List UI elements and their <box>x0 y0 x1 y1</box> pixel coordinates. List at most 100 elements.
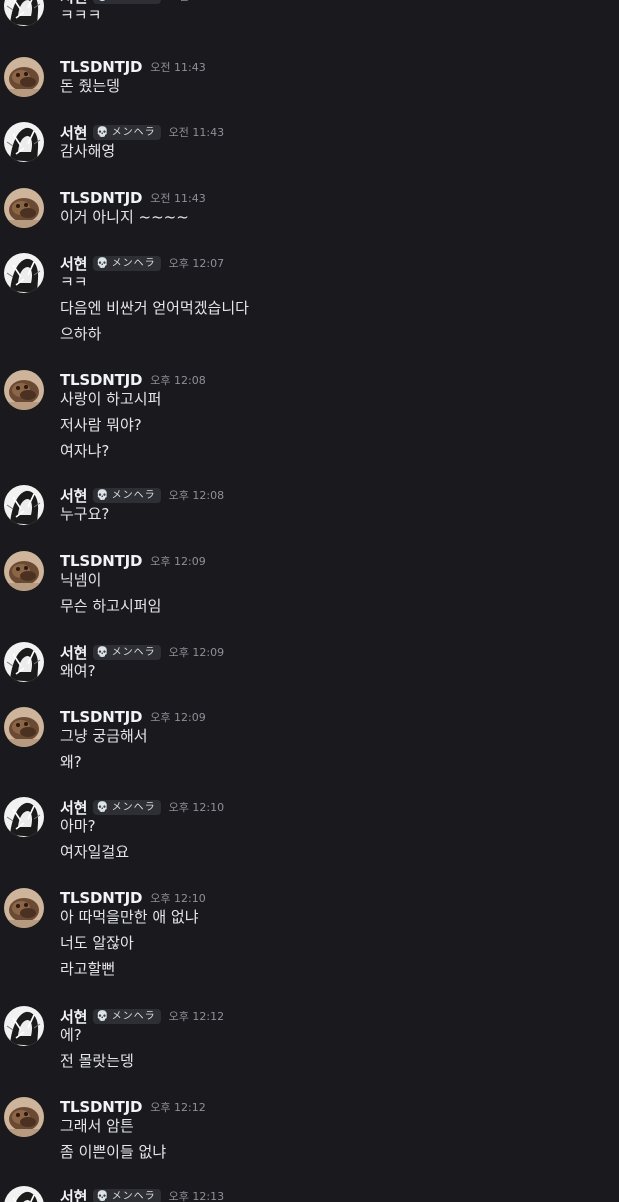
timestamp[interactable]: 오후 12:09 <box>150 553 205 569</box>
skull-icon: 💀 <box>96 126 109 138</box>
message-text: 아마? <box>60 817 96 835</box>
anime-avatar[interactable] <box>4 642 44 682</box>
cat-avatar[interactable] <box>4 888 44 928</box>
message-header: TLSDNTJD 오후 12:12 <box>60 1097 206 1117</box>
username[interactable]: TLSDNTJD <box>60 552 142 570</box>
message-text: 돈 줬는뎅 <box>60 77 120 95</box>
cat-avatar[interactable] <box>4 57 44 97</box>
user-tag-label: メンヘラ <box>112 0 156 4</box>
cat-avatar[interactable] <box>4 1097 44 1137</box>
user-tag[interactable]: 💀メンヘラ <box>93 1188 161 1202</box>
skull-icon: 💀 <box>96 1010 109 1022</box>
cat-avatar[interactable] <box>4 370 44 410</box>
message-header: TLSDNTJD 오전 11:43 <box>60 57 206 77</box>
message-text: 이거 아니지 ~~~~ <box>60 208 189 226</box>
user-tag[interactable]: 💀メンヘラ <box>93 799 161 815</box>
cat-avatar[interactable] <box>4 188 44 228</box>
message-text: 왜? <box>60 753 82 771</box>
username[interactable]: TLSDNTJD <box>60 1098 142 1116</box>
skull-icon: 💀 <box>96 257 109 269</box>
anime-avatar[interactable] <box>4 1186 44 1202</box>
message-text: 그냥 궁금해서 <box>60 727 148 745</box>
username[interactable]: TLSDNTJD <box>60 189 142 207</box>
cat-avatar[interactable] <box>4 707 44 747</box>
user-tag[interactable]: 💀メンヘラ <box>93 1008 161 1024</box>
chat-log: 서현💀メンヘラ오전 11:42ㅋㅋㅋTLSDNTJD오전 11:43돈 줬는뎅서… <box>0 0 619 1202</box>
user-tag-label: メンヘラ <box>111 801 156 813</box>
message-header: 서현 💀 メンヘラ 오후 12:13 <box>60 1186 224 1202</box>
user-tag-label: メンヘラ <box>111 489 156 501</box>
message-text: 아 따먹을만한 애 없냐 <box>60 908 199 926</box>
username[interactable]: TLSDNTJD <box>60 708 142 726</box>
anime-avatar[interactable] <box>4 0 44 26</box>
message-header: TLSDNTJD 오후 12:08 <box>60 370 206 390</box>
username[interactable]: TLSDNTJD <box>60 371 142 389</box>
message-text: 라고할뻔 <box>60 960 116 978</box>
message-text: ㅋㅋ <box>60 273 88 291</box>
user-tag[interactable]: 💀メンヘラ <box>93 487 161 503</box>
user-tag-label: メンヘラ <box>111 646 156 658</box>
user-tag[interactable]: 💀メンヘラ <box>93 124 161 140</box>
timestamp[interactable]: 오후 12:12 <box>169 1008 224 1024</box>
timestamp[interactable]: 오후 12:08 <box>169 487 224 503</box>
timestamp[interactable]: 오후 12:09 <box>150 709 205 725</box>
message-header: 서현 💀 メンヘラ 오후 12:08 <box>60 485 224 505</box>
timestamp[interactable]: 오전 11:42 <box>169 0 224 4</box>
timestamp[interactable]: 오후 12:08 <box>150 372 205 388</box>
message-text: 다음엔 비싼거 얻어먹겠습니다 <box>60 299 249 317</box>
message-text: ㅋㅋㅋ <box>60 6 102 24</box>
message-header: 서현 💀 メンヘラ 오후 12:09 <box>60 642 224 662</box>
timestamp[interactable]: 오후 12:13 <box>169 1188 224 1202</box>
message-text: 저사람 뭐야? <box>60 416 142 434</box>
anime-avatar[interactable] <box>4 122 44 162</box>
message-header: TLSDNTJD 오전 11:43 <box>60 188 206 208</box>
user-tag-label: メンヘラ <box>111 257 156 269</box>
message-text: 감사해영 <box>60 142 116 160</box>
timestamp[interactable]: 오전 11:43 <box>150 190 205 206</box>
timestamp[interactable]: 오후 12:09 <box>169 644 224 660</box>
anime-avatar[interactable] <box>4 797 44 837</box>
message-header: 서현 💀 メンヘラ 오전 11:43 <box>60 122 224 142</box>
message-text: 에? <box>60 1026 82 1044</box>
user-tag[interactable]: 💀メンヘラ <box>93 644 161 660</box>
message-text: 전 몰랏는뎅 <box>60 1052 134 1070</box>
message-text: 여자일걸요 <box>60 843 130 861</box>
message-text: 여자냐? <box>60 442 110 460</box>
message-text: 사랑이 하고시퍼 <box>60 390 162 408</box>
message-header: TLSDNTJD 오후 12:09 <box>60 551 206 571</box>
skull-icon: 💀 <box>96 646 109 658</box>
message-text: 무슨 하고시퍼임 <box>60 597 162 615</box>
message-header: TLSDNTJD 오후 12:10 <box>60 888 206 908</box>
cat-avatar[interactable] <box>4 551 44 591</box>
message-header: TLSDNTJD 오후 12:09 <box>60 707 206 727</box>
timestamp[interactable]: 오후 12:10 <box>150 890 205 906</box>
message-text: 너도 알잖아 <box>60 934 134 952</box>
message-text: 누구요? <box>60 505 110 523</box>
timestamp[interactable]: 오후 12:12 <box>150 1099 205 1115</box>
username[interactable]: TLSDNTJD <box>60 889 142 907</box>
timestamp[interactable]: 오전 11:43 <box>150 59 205 75</box>
timestamp[interactable]: 오전 11:43 <box>169 124 224 140</box>
skull-icon: 💀 <box>96 1190 109 1202</box>
user-tag[interactable]: 💀メンヘラ <box>93 255 161 271</box>
message-text: 왜여? <box>60 662 96 680</box>
skull-icon: 💀 <box>96 489 109 501</box>
skull-icon: 💀 <box>96 0 108 4</box>
anime-avatar[interactable] <box>4 485 44 525</box>
anime-avatar[interactable] <box>4 1006 44 1046</box>
user-tag-label: メンヘラ <box>111 1190 156 1202</box>
timestamp[interactable]: 오후 12:10 <box>169 799 224 815</box>
user-tag-label: メンヘラ <box>111 1010 156 1022</box>
message-header: 서현 💀 メンヘラ 오후 12:07 <box>60 253 224 273</box>
username[interactable]: 서현 <box>60 1186 87 1202</box>
message-text: 으하하 <box>60 325 102 343</box>
skull-icon: 💀 <box>96 801 109 813</box>
user-tag-label: メンヘラ <box>111 126 156 138</box>
timestamp[interactable]: 오후 12:07 <box>169 255 224 271</box>
message-text: 닉넴이 <box>60 571 102 589</box>
username[interactable]: TLSDNTJD <box>60 58 142 76</box>
user-tag[interactable]: 💀 メンヘラ <box>93 0 161 4</box>
message-header: 서현 💀 メンヘラ 오후 12:12 <box>60 1006 224 1026</box>
anime-avatar[interactable] <box>4 253 44 293</box>
message-text: 좀 이쁜이들 없냐 <box>60 1143 167 1161</box>
